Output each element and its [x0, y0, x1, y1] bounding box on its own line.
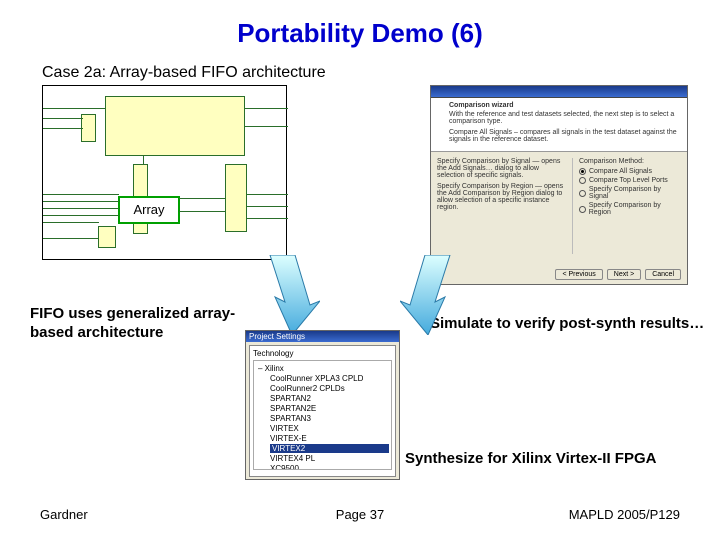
radio-compare-all[interactable]: Compare All Signals — [579, 168, 681, 175]
tree-item[interactable]: XC9500 — [270, 464, 389, 470]
tree-item[interactable]: SPARTAN3 — [270, 414, 389, 423]
architecture-diagram: Array — [42, 85, 287, 260]
simulate-text: Simulate to verify post-synth results… — [430, 315, 704, 332]
tree-item-selected[interactable]: VIRTEX2 — [270, 444, 389, 453]
technology-label: Technology — [253, 349, 392, 358]
radio-compare-top[interactable]: Compare Top Level Ports — [579, 177, 681, 184]
technology-tree[interactable]: – Xilinx CoolRunner XPLA3 CPLD CoolRunne… — [253, 360, 392, 470]
wizard-intro: With the reference and test datasets sel… — [449, 111, 681, 125]
tree-item[interactable]: CoolRunner XPLA3 CPLD — [270, 374, 389, 383]
wizard-titlebar — [431, 86, 687, 98]
wizard-compare-all-desc: Compare All Signals – compares all signa… — [449, 129, 681, 143]
wizard-section-a-title: Specify Comparison by Signal — opens — [437, 158, 560, 165]
tree-item[interactable]: SPARTAN2 — [270, 394, 389, 403]
synthesize-text: Synthesize for Xilinx Virtex-II FPGA — [405, 450, 656, 467]
fifo-description: FIFO uses generalized array-based archit… — [30, 305, 245, 343]
tree-item[interactable]: SPARTAN2E — [270, 404, 389, 413]
array-block-label: Array — [118, 196, 180, 224]
cancel-button[interactable]: Cancel — [645, 269, 681, 280]
project-titlebar: Project Settings — [246, 331, 399, 342]
wizard-section-a-body: the Add Signals… dialog to allow selecti… — [437, 165, 539, 179]
tree-item[interactable]: VIRTEX — [270, 424, 389, 433]
tree-item[interactable]: CoolRunner2 CPLDs — [270, 384, 389, 393]
radio-by-signal[interactable]: Specify Comparison by Signal — [579, 186, 681, 200]
project-settings-dialog: Project Settings Technology – Xilinx Coo… — [245, 330, 400, 480]
footer-conf: MAPLD 2005/P129 — [569, 507, 680, 522]
tree-item[interactable]: VIRTEX-E — [270, 434, 389, 443]
radio-by-region[interactable]: Specify Comparison by Region — [579, 202, 681, 216]
wizard-method-label: Comparison Method: — [579, 158, 681, 165]
arrow-down-left — [250, 255, 320, 335]
arrow-down-right — [400, 255, 470, 335]
wizard-section-b-title: Specify Comparison by Region — — [437, 183, 542, 190]
next-button[interactable]: Next > — [607, 269, 641, 280]
slide-title: Portability Demo (6) — [0, 0, 720, 49]
wizard-header: Comparison wizard — [449, 102, 681, 109]
case-label: Case 2a: Array-based FIFO architecture — [42, 64, 326, 82]
previous-button[interactable]: < Previous — [555, 269, 602, 280]
tree-item[interactable]: VIRTEX4 PL — [270, 454, 389, 463]
tree-root[interactable]: – Xilinx — [258, 364, 389, 373]
